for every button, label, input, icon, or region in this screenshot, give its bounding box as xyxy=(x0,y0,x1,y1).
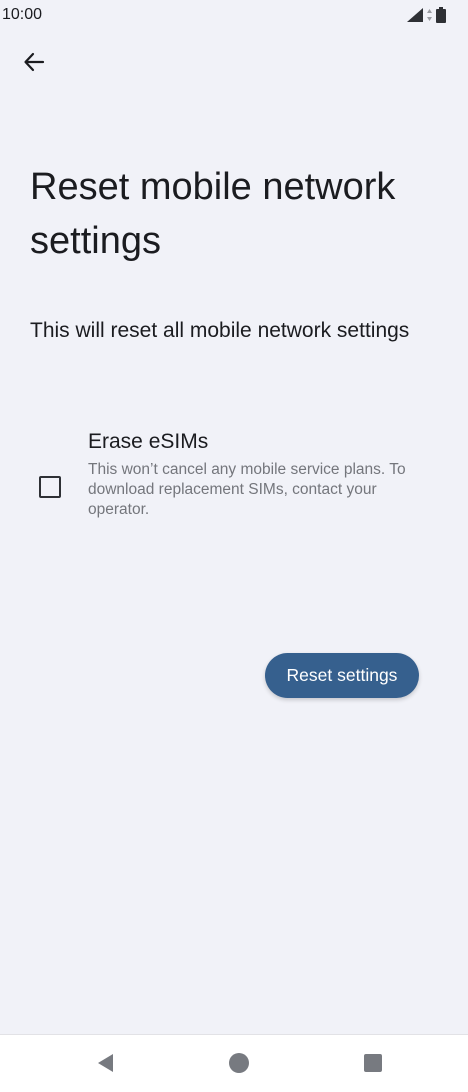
back-button[interactable] xyxy=(14,44,54,84)
page-description: This will reset all mobile network setti… xyxy=(30,319,410,342)
nav-back-button[interactable] xyxy=(89,1049,121,1081)
nav-recents-button[interactable] xyxy=(357,1049,389,1081)
recents-square-icon xyxy=(363,1053,383,1078)
status-bar: 10:00 xyxy=(0,0,468,32)
status-time: 10:00 xyxy=(2,6,43,23)
signal-icon xyxy=(407,8,423,27)
screen: 10:00 Reset mobile network settings This… xyxy=(0,0,468,1092)
reset-settings-button[interactable]: Reset settings xyxy=(265,653,419,698)
back-triangle-icon xyxy=(95,1053,115,1078)
arrow-back-icon xyxy=(23,51,45,78)
navigation-bar xyxy=(0,1034,468,1092)
page-title: Reset mobile network settings xyxy=(30,166,396,262)
battery-icon xyxy=(436,7,446,28)
erase-esims-checkbox[interactable] xyxy=(39,476,61,498)
erase-esims-option[interactable]: Erase eSIMs This won’t cancel any mobile… xyxy=(0,420,468,530)
home-circle-icon xyxy=(228,1052,250,1079)
option-title: Erase eSIMs xyxy=(88,430,209,453)
option-summary: This won’t cancel any mobile service pla… xyxy=(88,461,406,518)
nav-home-button[interactable] xyxy=(223,1049,255,1081)
status-icons xyxy=(407,7,446,28)
data-icon xyxy=(427,8,432,27)
